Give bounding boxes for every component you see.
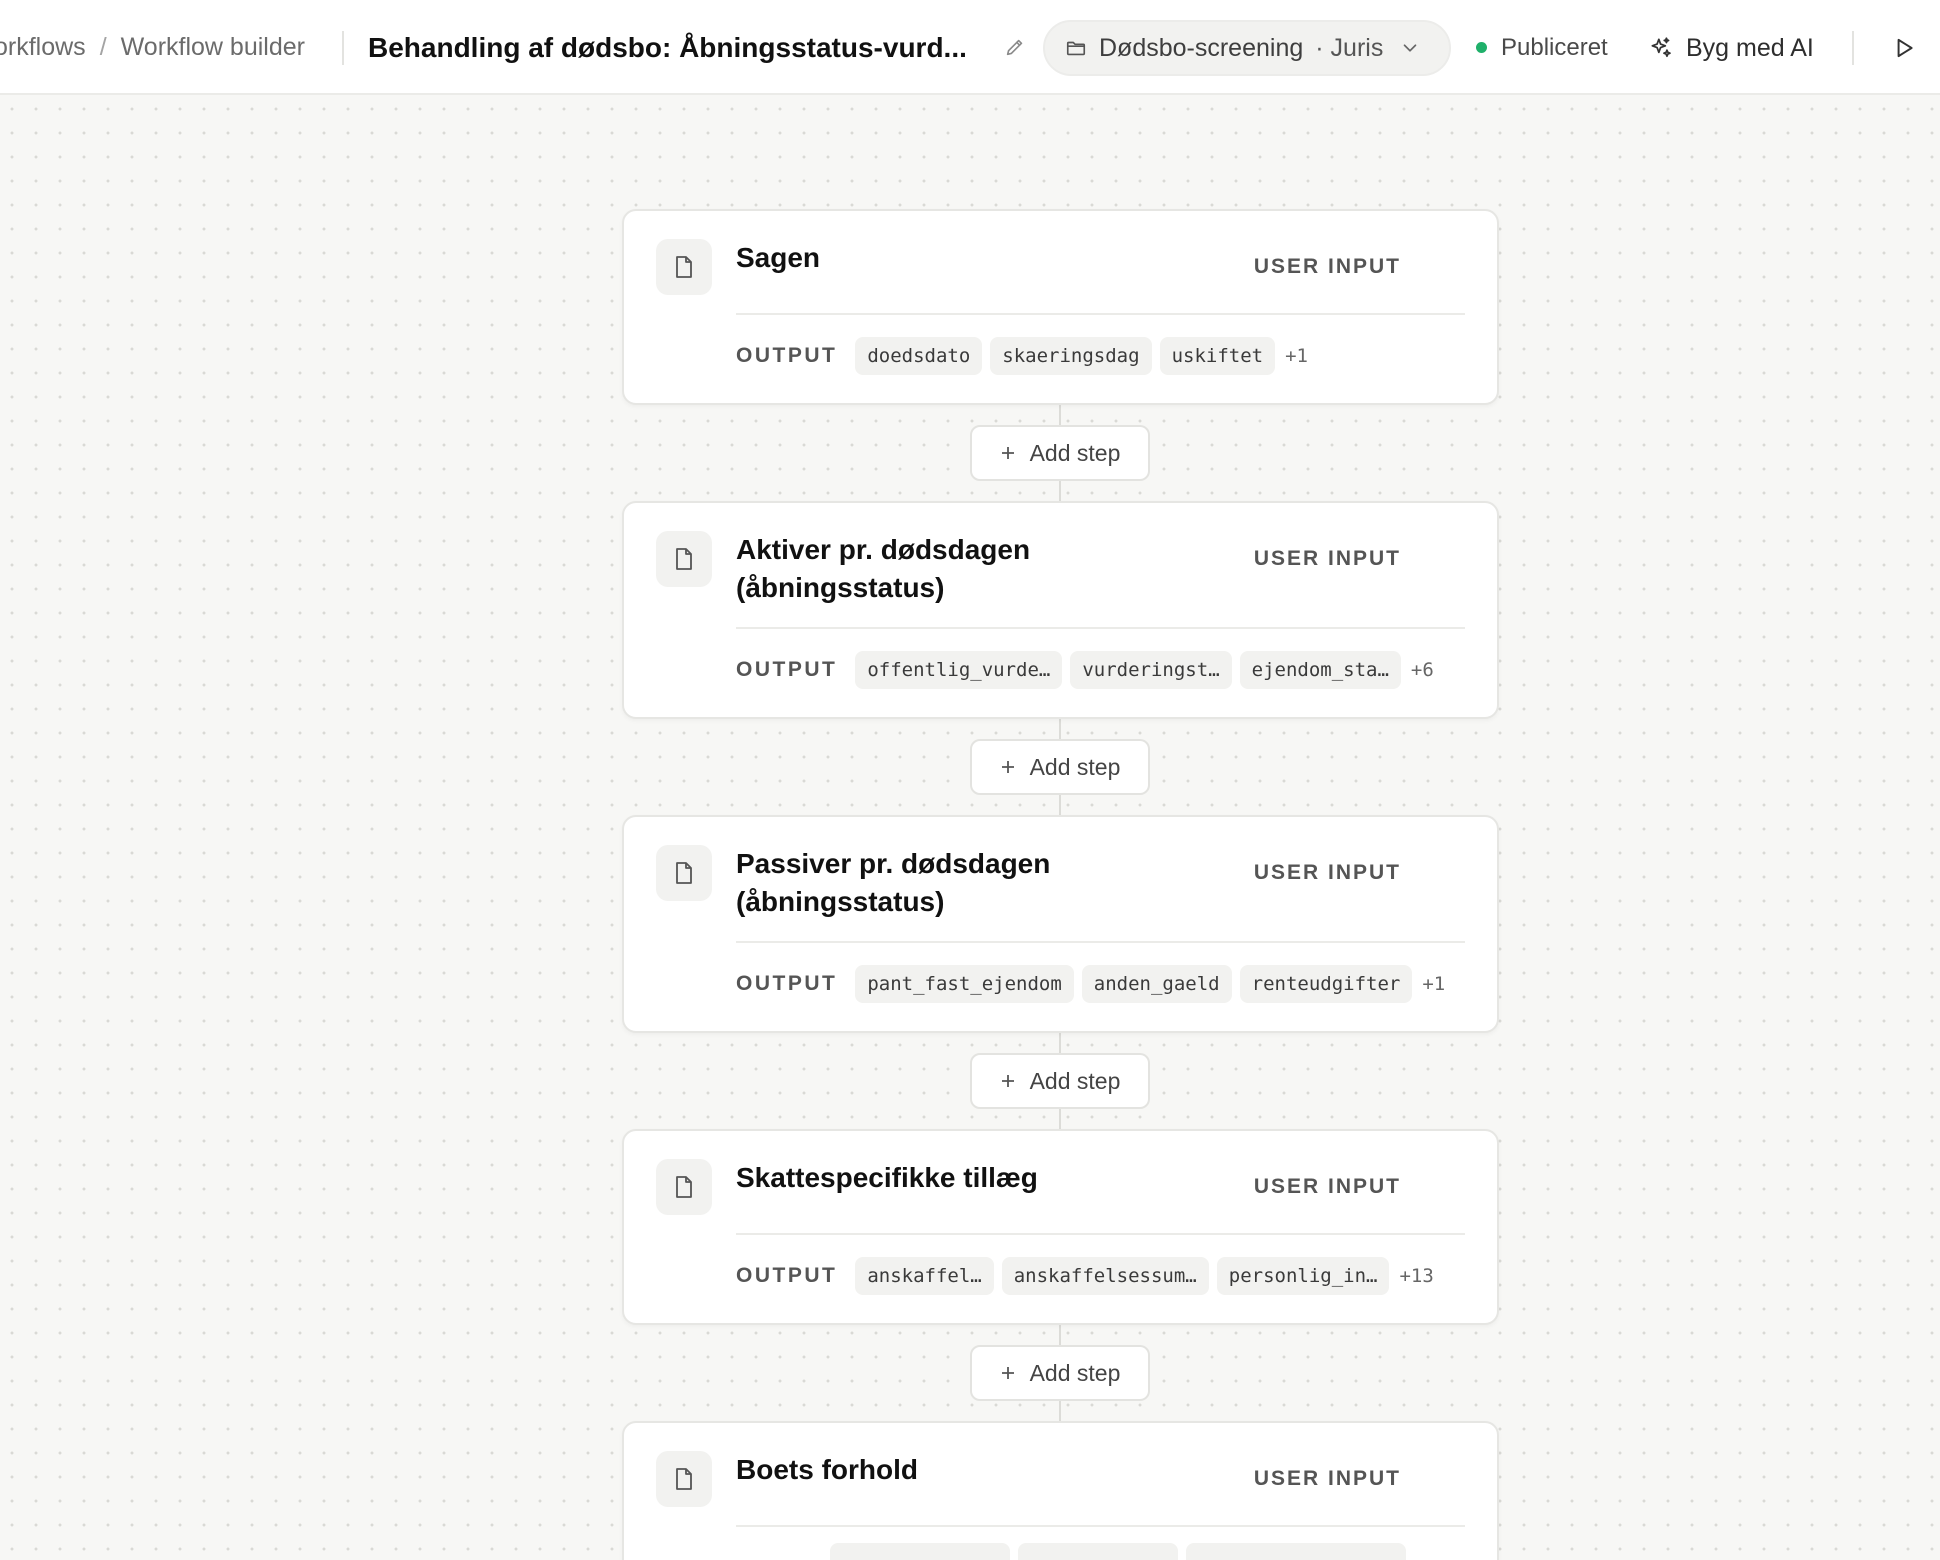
add-step-label: Add step <box>1029 753 1121 780</box>
output-more-count[interactable]: +1 <box>1285 345 1308 367</box>
output-chip[interactable]: uskiftet <box>1159 337 1276 375</box>
plus-icon <box>1001 761 1014 773</box>
document-icon <box>676 256 692 278</box>
breadcrumb-workflow-builder-link[interactable]: Workflow builder <box>121 33 305 62</box>
folder-owner: · Juris <box>1315 33 1384 62</box>
document-icon <box>676 1468 692 1490</box>
step-divider <box>736 1233 1465 1235</box>
status-dot <box>1476 42 1487 53</box>
plus-icon <box>1001 1075 1014 1087</box>
step-type-badge: USER INPUT <box>1253 255 1401 278</box>
step-outputs: OUTPUT anskaffel… anskaffelsessum… perso… <box>736 1257 1434 1295</box>
step-type-badge: USER INPUT <box>1253 547 1401 570</box>
chevron-down-icon <box>1404 44 1417 52</box>
step-card-passiver[interactable]: Passiver pr. dødsdagen (åbningsstatus) U… <box>622 815 1499 1033</box>
step-outputs: OUTPUT offentlig_vurde… vurderingst… eje… <box>736 651 1434 689</box>
step-outputs <box>736 1543 1406 1560</box>
step-title: Aktiver pr. dødsdagen (åbningsstatus) <box>736 534 1031 603</box>
step-divider <box>736 1525 1465 1527</box>
output-label: OUTPUT <box>736 1264 838 1287</box>
output-chip[interactable]: pant_fast_ejendom <box>855 965 1074 1003</box>
folder-icon <box>1066 41 1086 56</box>
step-outputs: OUTPUT pant_fast_ejendom anden_gaeld ren… <box>736 965 1445 1003</box>
document-icon <box>676 1176 692 1198</box>
step-type-badge: USER INPUT <box>1253 1467 1401 1490</box>
output-more-count[interactable]: +6 <box>1411 659 1434 681</box>
publish-status: Publiceret <box>1476 0 1608 93</box>
step-divider <box>736 627 1465 629</box>
workflow-title[interactable]: Behandling af dødsbo: Åbningsstatus-vurd… <box>368 0 978 93</box>
pencil-icon <box>1006 39 1023 56</box>
output-chip[interactable]: anden_gaeld <box>1081 965 1232 1003</box>
output-chip[interactable]: anskaffelsessum… <box>1001 1257 1209 1295</box>
step-type-badge: USER INPUT <box>1253 861 1401 884</box>
step-divider <box>736 313 1465 315</box>
step-title: Boets forhold <box>736 1454 918 1485</box>
run-workflow-button[interactable] <box>1884 28 1924 68</box>
document-icon <box>676 862 692 884</box>
step-divider <box>736 941 1465 943</box>
output-chip[interactable] <box>830 1543 1010 1560</box>
step-icon-box <box>656 1159 712 1215</box>
output-chip[interactable]: ejendom_sta… <box>1239 651 1401 689</box>
step-title: Sagen <box>736 242 821 273</box>
step-icon-box <box>656 531 712 587</box>
output-chip[interactable] <box>1186 1543 1406 1560</box>
add-step-button[interactable]: Add step <box>970 739 1150 795</box>
add-step-button[interactable]: Add step <box>970 425 1150 481</box>
step-icon-box <box>656 239 712 295</box>
output-label: OUTPUT <box>736 972 838 995</box>
breadcrumb: orkflows / Workflow builder <box>0 0 305 93</box>
breadcrumb-separator: / <box>99 33 107 61</box>
build-with-ai-label: Byg med AI <box>1686 33 1814 62</box>
step-outputs: OUTPUT doedsdato skaeringsdag uskiftet +… <box>736 337 1308 375</box>
output-more-count[interactable]: +13 <box>1399 1265 1433 1287</box>
step-type-badge: USER INPUT <box>1253 1175 1401 1198</box>
plus-icon <box>1001 447 1014 459</box>
top-bar: orkflows / Workflow builder Behandling a… <box>0 0 1940 95</box>
output-chip[interactable]: personlig_in… <box>1216 1257 1390 1295</box>
build-with-ai-button[interactable]: Byg med AI <box>1644 22 1818 74</box>
output-chip[interactable]: doedsdato <box>855 337 983 375</box>
play-icon <box>1897 38 1913 58</box>
status-label: Publiceret <box>1501 33 1608 61</box>
output-chip[interactable]: anskaffel… <box>855 1257 994 1295</box>
plus-icon <box>1001 1367 1014 1379</box>
workflow-canvas[interactable]: Sagen USER INPUT OUTPUT doedsdato skaeri… <box>0 97 1940 1560</box>
edit-title-button[interactable] <box>998 30 1032 64</box>
add-step-label: Add step <box>1029 439 1121 466</box>
add-step-label: Add step <box>1029 1359 1121 1386</box>
step-icon-box <box>656 845 712 901</box>
output-chip[interactable]: renteudgifter <box>1239 965 1413 1003</box>
output-chip[interactable]: vurderingst… <box>1070 651 1232 689</box>
output-chip[interactable]: offentlig_vurde… <box>855 651 1063 689</box>
folder-name: Dødsbo-screening <box>1099 33 1304 62</box>
step-card-sagen[interactable]: Sagen USER INPUT OUTPUT doedsdato skaeri… <box>622 209 1499 405</box>
output-more-count[interactable]: +1 <box>1422 973 1445 995</box>
step-card-skattespecifikke[interactable]: Skattespecifikke tillæg USER INPUT OUTPU… <box>622 1129 1499 1325</box>
output-chip[interactable]: skaeringsdag <box>990 337 1152 375</box>
breadcrumb-workflows-link[interactable]: orkflows <box>0 33 86 62</box>
output-chip[interactable] <box>1018 1543 1178 1560</box>
workflow-title-text: Behandling af dødsbo: Åbningsstatus-vurd… <box>368 31 967 63</box>
step-card-aktiver[interactable]: Aktiver pr. dødsdagen (åbningsstatus) US… <box>622 501 1499 719</box>
output-label: OUTPUT <box>736 344 838 367</box>
step-title: Passiver pr. dødsdagen (åbningsstatus) <box>736 848 1051 917</box>
document-icon <box>676 548 692 570</box>
folder-selector[interactable]: Dødsbo-screening · Juris <box>1043 20 1451 76</box>
add-step-button[interactable]: Add step <box>970 1345 1150 1401</box>
sparkles-icon <box>1651 37 1671 58</box>
header-divider <box>342 31 344 65</box>
step-card-boets-forhold[interactable]: Boets forhold USER INPUT <box>622 1421 1499 1560</box>
step-icon-box <box>656 1451 712 1507</box>
output-label: OUTPUT <box>736 658 838 681</box>
header-divider-right <box>1852 31 1854 65</box>
step-title: Skattespecifikke tillæg <box>736 1162 1038 1193</box>
add-step-label: Add step <box>1029 1067 1121 1094</box>
add-step-button[interactable]: Add step <box>970 1053 1150 1109</box>
